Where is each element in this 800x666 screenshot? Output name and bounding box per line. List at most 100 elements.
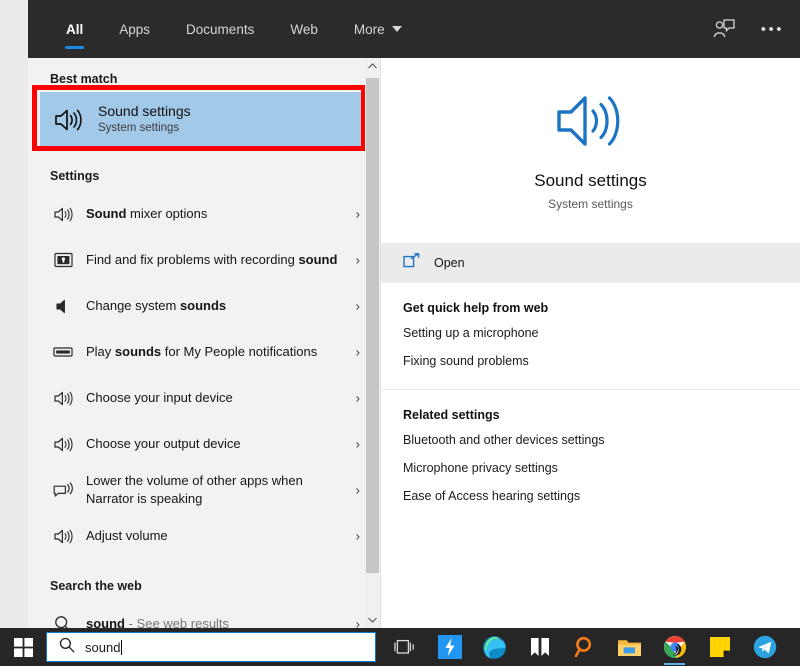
speaker-waves-icon [40,390,86,407]
web-result-suffix: - See web results [125,615,230,628]
related-settings-link[interactable]: Bluetooth and other devices settings [381,426,800,454]
telegram-icon[interactable] [742,628,787,666]
list-item[interactable]: Adjust volume › [40,513,366,559]
results-scrollbar[interactable] [365,58,380,628]
scrollbar-thumb[interactable] [366,78,379,573]
chevron-right-icon: › [355,528,360,544]
microsoft-store-icon[interactable] [517,628,562,666]
list-item[interactable]: Choose your output device › [40,421,366,467]
taskbar: sound [0,628,800,666]
related-settings-section: Related settings Bluetooth and other dev… [381,390,800,524]
sticky-notes-icon[interactable] [697,628,742,666]
search-text: sound [85,639,121,655]
search-body: Best match Sound settings System setting… [28,58,800,628]
chevron-right-icon: › [355,344,360,360]
list-item[interactable]: Find and fix problems with recording sou… [40,237,366,283]
list-item-label: Play sounds for My People notifications [86,343,343,361]
list-item-bold: Sound [86,205,127,221]
tab-web-label: Web [290,21,318,37]
open-label: Open [434,256,465,270]
quick-help-heading: Get quick help from web [403,301,549,315]
annotation-highlight-box [32,85,366,151]
list-item-label: Adjust volume [86,527,168,543]
preview-hero: Sound settings System settings [381,58,800,243]
list-item[interactable]: Change system sounds › [40,283,366,329]
speaker-mute-icon [40,298,86,315]
scroll-up-arrow-icon[interactable] [365,58,380,74]
taskbar-apps [382,628,787,666]
list-item-label: Lower the volume of other apps when Narr… [86,472,303,506]
list-item-bold: sound [298,251,338,267]
taskbar-search-input[interactable]: sound [46,632,376,662]
list-item-label: Sound mixer options [86,205,233,223]
preview-pane: Sound settings System settings Open Get … [381,58,800,628]
chevron-right-icon: › [355,390,360,406]
tab-more-label: More [353,21,385,37]
list-item-post: mixer options [126,205,208,221]
list-item-bold: sounds [114,343,162,359]
tab-documents[interactable]: Documents [168,0,272,58]
list-item[interactable]: Play sounds for My People notifications … [40,329,366,375]
open-external-icon [403,253,420,273]
chevron-right-icon: › [355,298,360,314]
related-settings-link[interactable]: Microphone privacy settings [381,454,800,482]
search-flyout: All Apps Documents Web More ••• Best mat… [28,0,800,628]
search-web-heading: Search the web [50,579,142,593]
speaker-waves-icon [40,528,86,545]
related-settings-link[interactable]: Ease of Access hearing settings [381,482,800,510]
list-item-pre: Find and fix problems with recording [86,251,299,267]
list-item[interactable]: Choose your input device › [40,375,366,421]
list-item-label: sound - See web results [86,615,255,628]
list-item-web-result[interactable]: sound - See web results › [40,601,366,628]
tab-more[interactable]: More [336,0,420,58]
troubleshoot-icon [40,252,86,268]
google-chrome-icon[interactable] [652,628,697,666]
scroll-down-arrow-icon[interactable] [365,612,380,628]
tab-documents-label: Documents [186,21,255,37]
tab-web[interactable]: Web [272,0,336,58]
list-item[interactable]: Sound mixer options › [40,191,366,237]
search-input-value: sound [85,639,123,655]
tab-all-label: All [66,21,84,37]
tab-apps[interactable]: Apps [101,0,168,58]
chevron-right-icon: › [355,252,360,268]
search-header: All Apps Documents Web More ••• [28,0,800,58]
list-item-bold: sounds [179,297,227,313]
chevron-right-icon: › [355,482,360,498]
header-actions: ••• [713,0,784,58]
microsoft-edge-icon[interactable] [472,628,517,666]
chevron-right-icon: › [355,206,360,222]
list-item-pre: Play [86,343,115,359]
preview-subtitle: System settings [548,197,633,211]
list-item[interactable]: Lower the volume of other apps when Narr… [40,467,366,513]
preview-title: Sound settings [534,171,647,190]
person-feedback-icon[interactable] [713,19,735,39]
best-match-container: Sound settings System settings [28,85,380,151]
task-view-icon[interactable] [382,628,427,666]
chevron-right-icon: › [355,616,360,629]
web-query-text: sound [86,615,125,628]
tab-all[interactable]: All [48,0,101,58]
related-settings-heading: Related settings [403,408,500,422]
tab-apps-label: Apps [119,21,151,37]
desktop-screen: All Apps Documents Web More ••• Best mat… [0,0,800,666]
quick-help-link[interactable]: Fixing sound problems [381,347,800,375]
search-icon [59,637,75,658]
search-results-pane: Best match Sound settings System setting… [28,58,380,628]
list-item-label: Choose your input device [86,389,233,405]
list-item-pre: Change system [86,297,180,313]
flash-app-icon[interactable] [427,628,472,666]
quick-help-link[interactable]: Setting up a microphone [381,319,800,347]
settings-heading: Settings [50,169,100,183]
search-orange-icon[interactable] [562,628,607,666]
overflow-menu-button[interactable]: ••• [761,22,784,37]
scrollbar-track[interactable] [365,74,380,612]
list-item-post: for My People notifications [161,343,318,359]
narrator-icon [40,481,86,499]
file-explorer-icon[interactable] [607,628,652,666]
windows-start-icon[interactable] [0,628,46,666]
list-item-label: Choose your output device [86,435,241,451]
desktop-background-strip [0,0,28,628]
open-button[interactable]: Open [381,244,800,282]
speaker-icon-large [554,90,628,157]
